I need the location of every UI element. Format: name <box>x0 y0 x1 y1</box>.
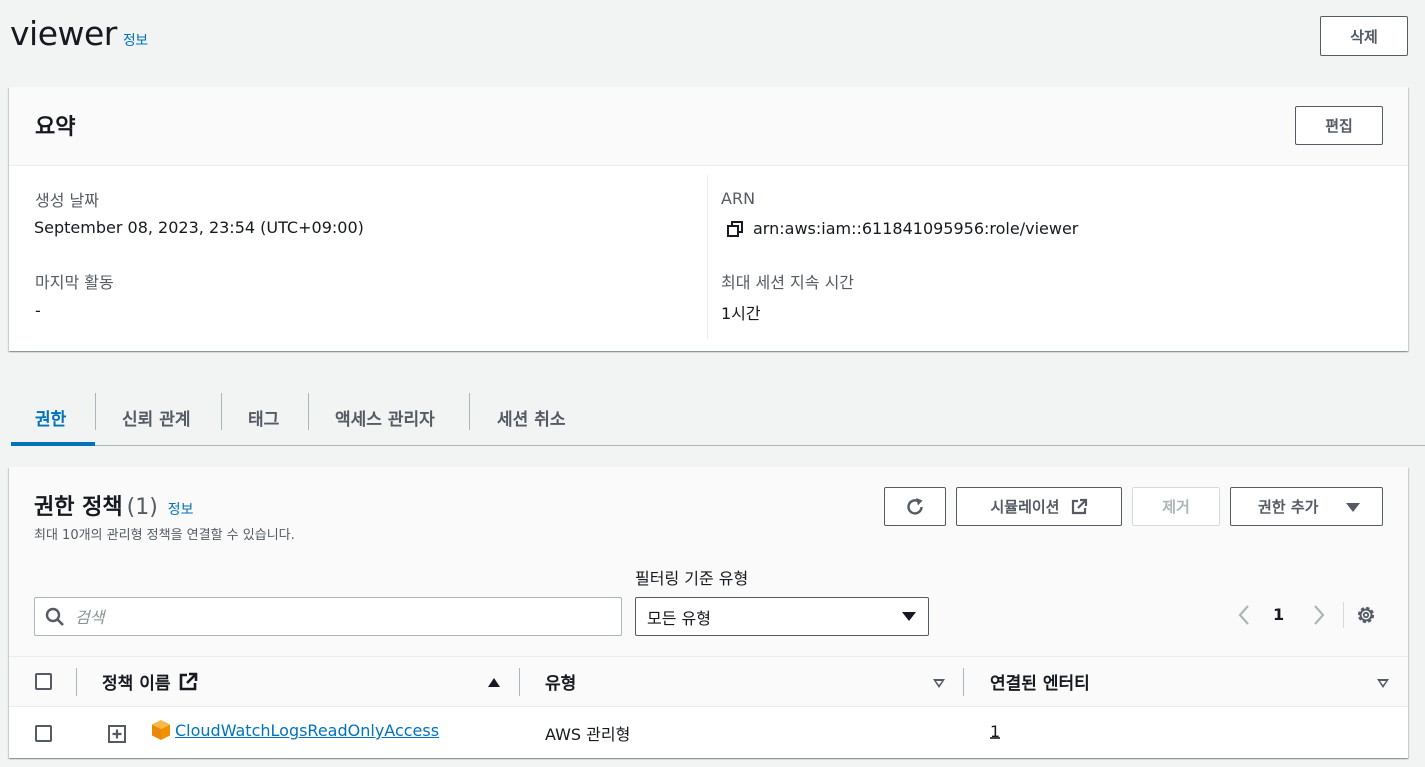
chevron-left-icon[interactable] <box>1237 604 1251 626</box>
tab-trust-relationships[interactable]: 신뢰 관계 <box>122 389 190 445</box>
column-separator <box>76 668 77 696</box>
page-title: viewer 정보 <box>10 14 148 53</box>
chevron-right-icon[interactable] <box>1312 604 1326 626</box>
max-session-label: 최대 세션 지속 시간 <box>721 273 855 292</box>
copy-icon[interactable] <box>726 220 744 238</box>
aws-managed-icon <box>151 719 171 741</box>
column-policy-name-label: 정책 이름 <box>102 674 171 694</box>
created-date-label: 생성 날짜 <box>35 191 99 210</box>
row-checkbox[interactable] <box>35 725 52 742</box>
select-all-checkbox[interactable] <box>35 673 52 690</box>
gear-icon[interactable] <box>1355 604 1377 626</box>
tab-separator <box>308 393 309 430</box>
filter-type-select[interactable]: 모든 유형 <box>635 597 929 636</box>
tab-separator <box>221 393 222 430</box>
permissions-description: 최대 10개의 관리형 정책을 연결할 수 있습니다. <box>34 528 295 543</box>
permissions-title-text: 권한 정책 <box>34 495 123 520</box>
info-link[interactable]: 정보 <box>123 33 148 49</box>
refresh-button[interactable] <box>884 487 946 526</box>
summary-header: 요약 편집 <box>9 87 1408 166</box>
sort-icon[interactable] <box>1377 679 1389 688</box>
tab-revoke-sessions[interactable]: 세션 취소 <box>497 389 565 445</box>
tab-permissions-label: 권한 <box>35 409 67 430</box>
permissions-info-link[interactable]: 정보 <box>168 502 194 518</box>
add-permissions-button[interactable]: 권한 추가 <box>1230 487 1383 526</box>
external-link-icon <box>178 672 198 692</box>
arn-label: ARN <box>721 189 756 208</box>
policy-name-link[interactable]: CloudWatchLogsReadOnlyAccess <box>175 721 439 740</box>
expand-icon[interactable] <box>108 725 126 743</box>
sort-icon[interactable] <box>933 679 945 688</box>
search-input[interactable] <box>75 604 605 630</box>
filter-type-label: 필터링 기준 유형 <box>635 569 749 588</box>
caret-down-icon <box>1346 503 1360 512</box>
permissions-panel: 권한 정책 (1) 정보 최대 10개의 관리형 정책을 연결할 수 있습니다. 시… <box>9 467 1408 758</box>
tab-revoke-label: 세션 취소 <box>497 409 566 430</box>
policy-type: AWS 관리형 <box>545 725 631 744</box>
column-attached-entities[interactable]: 연결된 엔터티 <box>990 669 1090 694</box>
tab-tags-label: 태그 <box>248 409 280 430</box>
max-session-value: 1시간 <box>721 304 761 323</box>
active-tab-indicator <box>11 442 95 446</box>
attached-entities-link[interactable]: 1 <box>990 722 1000 741</box>
permissions-title: 권한 정책 (1) 정보 <box>34 489 194 521</box>
pager-separator <box>1343 602 1344 628</box>
tab-separator <box>95 393 96 430</box>
delete-button-label: 삭제 <box>1350 27 1378 46</box>
column-separator <box>963 668 964 696</box>
sort-ascending-icon[interactable] <box>488 678 500 687</box>
last-activity-value: - <box>35 301 41 320</box>
refresh-icon <box>904 496 926 518</box>
simulation-button-label: 시뮬레이션 <box>990 498 1060 516</box>
column-policy-name[interactable]: 정책 이름 <box>102 669 198 694</box>
delete-button[interactable]: 삭제 <box>1320 16 1408 56</box>
summary-title: 요약 <box>35 115 76 140</box>
tab-access-advisor-label: 액세스 관리자 <box>335 409 435 430</box>
caret-down-icon <box>902 612 916 621</box>
role-name: viewer <box>10 14 117 53</box>
tab-separator <box>469 393 470 430</box>
summary-panel: 요약 편집 생성 날짜 September 08, 2023, 23:54 (U… <box>9 87 1408 351</box>
tab-bar: 권한 신뢰 관계 태그 액세스 관리자 세션 취소 <box>11 389 1425 446</box>
search-icon <box>45 607 65 627</box>
permissions-count: (1) <box>126 495 158 520</box>
edit-button[interactable]: 편집 <box>1295 106 1383 145</box>
edit-button-label: 편집 <box>1325 117 1353 135</box>
page-number[interactable]: 1 <box>1273 605 1284 624</box>
external-link-icon <box>1070 498 1088 516</box>
simulation-button[interactable]: 시뮬레이션 <box>956 487 1122 526</box>
remove-button-label: 제거 <box>1162 498 1190 516</box>
created-date-value: September 08, 2023, 23:54 (UTC+09:00) <box>34 218 364 237</box>
search-field[interactable] <box>34 597 622 636</box>
add-permissions-label: 권한 추가 <box>1258 498 1319 516</box>
tab-tags[interactable]: 태그 <box>248 389 279 445</box>
filter-type-value: 모든 유형 <box>647 608 711 628</box>
arn-value: arn:aws:iam::611841095956:role/viewer <box>753 218 1079 238</box>
tab-trust-label: 신뢰 관계 <box>122 409 191 430</box>
tab-permissions[interactable]: 권한 <box>35 389 66 445</box>
remove-button[interactable]: 제거 <box>1132 487 1220 526</box>
tab-access-advisor[interactable]: 액세스 관리자 <box>335 389 435 445</box>
permissions-header: 권한 정책 (1) 정보 최대 10개의 관리형 정책을 연결할 수 있습니다. 시… <box>9 467 1408 656</box>
column-separator <box>519 668 520 696</box>
column-type[interactable]: 유형 <box>545 669 576 694</box>
table-header: 정책 이름 유형 연결된 엔터티 <box>9 656 1408 707</box>
summary-divider <box>707 175 708 339</box>
arn-value-row: arn:aws:iam::611841095956:role/viewer <box>726 218 1078 238</box>
last-activity-label: 마지막 활동 <box>35 273 114 292</box>
table-row: CloudWatchLogsReadOnlyAccess AWS 관리형 1 <box>9 707 1408 758</box>
